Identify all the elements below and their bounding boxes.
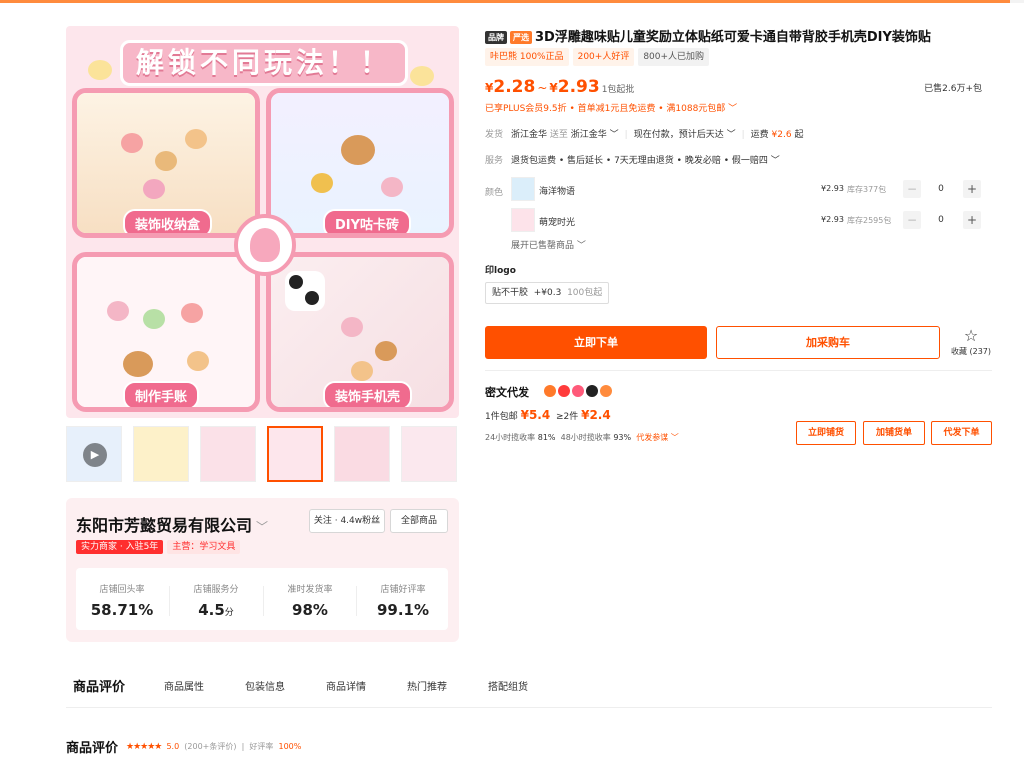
logo-option[interactable]: 贴不干胶 +¥0.3 100包起: [485, 282, 610, 304]
tab-recommend[interactable]: 热门推荐: [407, 678, 447, 693]
order-now-button[interactable]: 立即下单: [485, 326, 707, 359]
increase-qty-button[interactable]: +: [963, 211, 981, 229]
sold-count: 已售2.6万+包: [924, 84, 982, 94]
sku-thumbnail[interactable]: [511, 208, 535, 232]
douyin-icon: [586, 385, 598, 397]
dropship-prices: 1件包邮 ¥5.4 ≥2件 ¥2.4: [485, 408, 611, 422]
image-banner: 解锁不同玩法！！: [120, 40, 408, 86]
service-row[interactable]: 服务 退货包运费 • 售后延长 • 7天无理由退货 • 晚发必赔 • 假一赔四 ﹀: [485, 153, 780, 166]
dropship-title: 密文代发: [485, 386, 529, 399]
price-range: ¥2.28 ~ ¥2.93 1包起批: [485, 77, 635, 97]
tab-details[interactable]: 商品详情: [326, 678, 366, 693]
thumbnail[interactable]: [200, 426, 256, 482]
decrease-qty-button[interactable]: −: [903, 180, 921, 198]
top-progress-bar: [0, 0, 1024, 3]
product-title: 品牌 严选 3D浮雕趣味贴儿童奖励立体贴纸可爱卡通自带背胶手机壳DIY装饰贴: [485, 26, 1005, 45]
mascot-badge: [234, 214, 296, 276]
panel-label: DIY咕卡砖: [323, 209, 412, 233]
panel-phone-case: 装饰手机壳: [266, 252, 454, 412]
power-merchant-badge: 实力商家 · 入驻5年: [76, 540, 164, 554]
thumbnail-active[interactable]: [267, 426, 323, 482]
stat-ontime-ship: 准时发货率 98%: [287, 585, 333, 619]
sku-row: 萌宠时光 ¥2.93 库存2595包 − 0 +: [485, 208, 985, 234]
dropship-order-button[interactable]: 代发下单: [931, 421, 992, 445]
rating-stars-icon: ★★★★★: [126, 741, 162, 752]
delivery-estimate[interactable]: 现在付款，预计后天达 ﹀: [634, 130, 736, 140]
thumbnail[interactable]: [133, 426, 189, 482]
follow-button[interactable]: 关注 · 4.4w粉丝: [309, 509, 385, 533]
ship-to-select[interactable]: 浙江金华 ﹀: [571, 130, 619, 140]
xiaohongshu-icon: [572, 385, 584, 397]
cart-count-chip: 800+人已加购: [638, 48, 710, 66]
tab-attributes[interactable]: 商品属性: [164, 678, 204, 693]
list-now-button[interactable]: 立即铺货: [796, 421, 856, 445]
brand-badge: 品牌: [485, 31, 507, 44]
pinduoduo-icon: [558, 385, 570, 397]
taobao-icon: [544, 385, 556, 397]
divider: [485, 370, 992, 371]
sku-row: 颜色 海洋物语 ¥2.93 库存377包 − 0 +: [485, 177, 985, 203]
panel-label: 制作手账: [123, 381, 200, 407]
all-products-button[interactable]: 全部商品: [390, 509, 448, 533]
panel-diy-card: DIY咕卡砖: [266, 88, 454, 238]
stat-service-score: 店铺服务分 4.5分: [193, 585, 239, 619]
expand-soldout-link[interactable]: 展开已售罄商品 ﹀: [511, 238, 586, 251]
decrease-qty-button[interactable]: −: [903, 211, 921, 229]
select-badge: 严选: [510, 31, 532, 44]
store-name[interactable]: 东阳市芳懿贸易有限公司 ﹀: [76, 512, 268, 536]
sku-thumbnail[interactable]: [511, 177, 535, 201]
pickup-rates: 24小时揽收率 81% 48小时揽收率 93% 代发参谋 ﹀: [485, 433, 679, 442]
favorite-button[interactable]: ☆ 收藏 (237): [948, 328, 994, 357]
qty-input[interactable]: 0: [931, 215, 951, 225]
tab-reviews[interactable]: 商品评价: [73, 676, 125, 695]
store-card: 东阳市芳懿贸易有限公司 ﹀ 关注 · 4.4w粉丝 全部商品 实力商家 · 入驻5…: [66, 498, 459, 642]
store-stats: 店铺回头率 58.71% 店铺服务分 4.5分 准时发货率 98% 店铺好评率 …: [76, 568, 448, 630]
product-chips: 咔巴熊 100%正品 200+人好评 800+人已加购: [485, 48, 713, 66]
stat-good-rate: 店铺好评率 99.1%: [376, 585, 430, 619]
thumbnail[interactable]: [401, 426, 457, 482]
tab-packaging[interactable]: 包装信息: [245, 678, 285, 693]
increase-qty-button[interactable]: +: [963, 180, 981, 198]
panel-label: 装饰收纳盒: [123, 209, 213, 233]
panel-journal: 制作手账: [72, 252, 260, 412]
qty-input[interactable]: 0: [931, 184, 951, 194]
add-to-cart-button[interactable]: 加采购车: [716, 326, 940, 359]
star-icon: ☆: [963, 326, 979, 345]
add-list-button[interactable]: 加铺货单: [863, 421, 925, 445]
thumbnail[interactable]: [334, 426, 390, 482]
thumbnail-video[interactable]: ▶: [66, 426, 122, 482]
kuaishou-icon: [600, 385, 612, 397]
detail-tabs: 商品评价 商品属性 包装信息 商品详情 热门推荐 搭配组货: [66, 672, 992, 708]
tab-bundle[interactable]: 搭配组货: [488, 678, 528, 693]
chick-decoration: [88, 60, 112, 80]
main-category-badge: 主营：学习文具: [167, 540, 241, 554]
promo-line[interactable]: 已享PLUS会员9.5折 • 首单减1元且免运费 • 满1088元包邮 ﹀: [485, 101, 737, 114]
reviews-chip[interactable]: 200+人好评: [572, 48, 635, 66]
chick-decoration: [410, 66, 434, 86]
shipping-row: 发货 浙江金华 送至 浙江金华 ﹀ | 现在付款，预计后天达 ﹀ | 运费 ¥2.6 起: [485, 130, 804, 140]
logo-option-label: 印logo: [485, 266, 516, 276]
panel-storage-box: 装饰收纳盒: [72, 88, 260, 238]
play-icon: ▶: [83, 443, 107, 467]
panel-label: 装饰手机壳: [323, 381, 413, 407]
dropship-advisor-link[interactable]: 代发参谋 ﹀: [636, 433, 679, 442]
review-summary: 商品评价 ★★★★★ 5.0 (200+条评价) | 好评率 100%: [66, 741, 302, 756]
ship-from: 浙江金华: [511, 130, 548, 140]
store-tags: 实力商家 · 入驻5年 主营：学习文具: [76, 540, 241, 554]
authentic-chip: 咔巴熊 100%正品: [485, 48, 569, 66]
thumbnail-strip: ▶: [66, 426, 459, 482]
chevron-down-icon: ﹀: [256, 520, 269, 534]
main-product-image[interactable]: 解锁不同玩法！！ 装饰收纳盒 DIY咕卡砖 制作手账 装饰手机壳: [66, 26, 459, 418]
stat-return-rate: 店铺回头率 58.71%: [90, 585, 154, 619]
